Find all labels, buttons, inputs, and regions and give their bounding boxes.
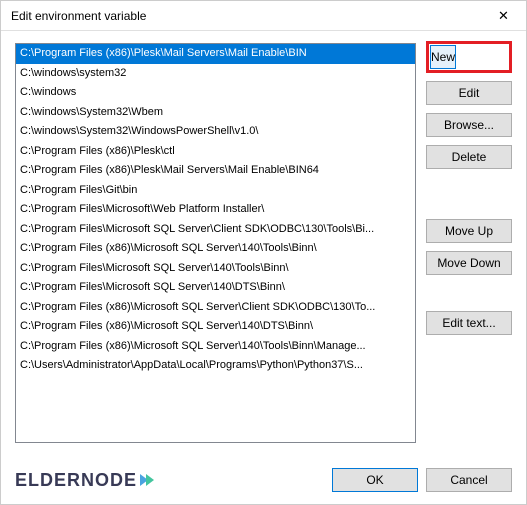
- new-button[interactable]: New: [430, 45, 456, 69]
- list-item[interactable]: C:\Program Files (x86)\Microsoft SQL Ser…: [16, 298, 415, 318]
- path-listbox[interactable]: C:\Program Files (x86)\Plesk\Mail Server…: [15, 43, 416, 443]
- list-item[interactable]: C:\Program Files (x86)\Microsoft SQL Ser…: [16, 337, 415, 357]
- cancel-button[interactable]: Cancel: [426, 468, 512, 492]
- list-item[interactable]: C:\Program Files (x86)\Plesk\Mail Server…: [16, 161, 415, 181]
- browse-button[interactable]: Browse...: [426, 113, 512, 137]
- close-button[interactable]: ✕: [481, 1, 526, 30]
- move-down-button[interactable]: Move Down: [426, 251, 512, 275]
- list-item[interactable]: C:\Program Files\Microsoft SQL Server\14…: [16, 278, 415, 298]
- delete-button[interactable]: Delete: [426, 145, 512, 169]
- list-item[interactable]: C:\Program Files (x86)\Plesk\ctl: [16, 142, 415, 162]
- list-item[interactable]: C:\Program Files (x86)\Microsoft SQL Ser…: [16, 239, 415, 259]
- edit-button[interactable]: Edit: [426, 81, 512, 105]
- logo-triangles-icon: [140, 474, 154, 486]
- list-item[interactable]: C:\Program Files (x86)\Plesk\Mail Server…: [16, 44, 415, 64]
- window-title: Edit environment variable: [11, 9, 146, 23]
- watermark-logo: ELDERNODE: [15, 470, 154, 491]
- spacer: [426, 283, 512, 311]
- logo-text: ELDERNODE: [15, 470, 137, 491]
- list-item[interactable]: C:\Program Files\Microsoft\Web Platform …: [16, 200, 415, 220]
- list-item[interactable]: C:\Program Files\Git\bin: [16, 181, 415, 201]
- side-button-column: New Edit Browse... Delete Move Up Move D…: [426, 43, 512, 460]
- close-icon: ✕: [498, 8, 509, 24]
- footer-buttons: OK Cancel: [332, 468, 512, 492]
- spacer: [426, 177, 512, 219]
- move-up-button[interactable]: Move Up: [426, 219, 512, 243]
- list-item[interactable]: C:\Program Files\Microsoft SQL Server\Cl…: [16, 220, 415, 240]
- edit-text-button[interactable]: Edit text...: [426, 311, 512, 335]
- list-item[interactable]: C:\Program Files (x86)\Microsoft SQL Ser…: [16, 317, 415, 337]
- list-item[interactable]: C:\windows\System32\WindowsPowerShell\v1…: [16, 122, 415, 142]
- list-item[interactable]: C:\Program Files\Microsoft SQL Server\14…: [16, 259, 415, 279]
- list-item[interactable]: C:\windows: [16, 83, 415, 103]
- list-item[interactable]: C:\windows\System32\Wbem: [16, 103, 415, 123]
- list-item[interactable]: C:\windows\system32: [16, 64, 415, 84]
- ok-button[interactable]: OK: [332, 468, 418, 492]
- dialog-content: C:\Program Files (x86)\Plesk\Mail Server…: [1, 31, 526, 460]
- new-button-highlight: New: [426, 41, 512, 73]
- titlebar: Edit environment variable ✕: [1, 1, 526, 31]
- list-item[interactable]: C:\Users\Administrator\AppData\Local\Pro…: [16, 356, 415, 376]
- dialog-footer: ELDERNODE OK Cancel: [1, 460, 526, 504]
